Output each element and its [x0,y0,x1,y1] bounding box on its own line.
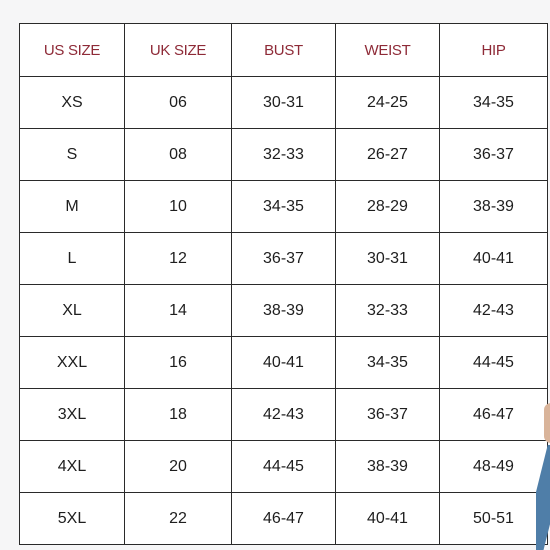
cell-bust: 44-45 [231,440,336,493]
cell-us-size: XXL [19,336,125,389]
table-row: 4XL 20 44-45 38-39 48-49 [19,440,548,493]
cell-us-size: M [19,180,125,233]
cell-hip: 46-47 [439,388,548,441]
table-row: S 08 32-33 26-27 36-37 [19,128,548,181]
cell-bust: 46-47 [231,492,336,545]
cell-weist: 26-27 [335,128,440,181]
cell-bust: 34-35 [231,180,336,233]
table-row: XL 14 38-39 32-33 42-43 [19,284,548,337]
header-hip: HIP [439,23,548,77]
cell-uk-size: 06 [124,76,232,129]
cell-bust: 30-31 [231,76,336,129]
cell-bust: 38-39 [231,284,336,337]
cell-us-size: 5XL [19,492,125,545]
cell-bust: 40-41 [231,336,336,389]
cell-weist: 38-39 [335,440,440,493]
table-row: 3XL 18 42-43 36-37 46-47 [19,388,548,441]
cell-hip: 40-41 [439,232,548,285]
cell-bust: 42-43 [231,388,336,441]
cell-us-size: 4XL [19,440,125,493]
header-uk-size: UK SIZE [124,23,232,77]
table-row: M 10 34-35 28-29 38-39 [19,180,548,233]
cell-uk-size: 20 [124,440,232,493]
header-us-size: US SIZE [19,23,125,77]
cell-uk-size: 12 [124,232,232,285]
cell-weist: 40-41 [335,492,440,545]
cell-us-size: XL [19,284,125,337]
model-arm [544,403,550,443]
cell-hip: 50-51 [439,492,548,545]
cell-hip: 34-35 [439,76,548,129]
cell-bust: 32-33 [231,128,336,181]
cell-uk-size: 18 [124,388,232,441]
cell-weist: 24-25 [335,76,440,129]
cell-uk-size: 08 [124,128,232,181]
cell-uk-size: 10 [124,180,232,233]
cell-weist: 34-35 [335,336,440,389]
cell-weist: 36-37 [335,388,440,441]
table-row: XS 06 30-31 24-25 34-35 [19,76,548,129]
cell-weist: 32-33 [335,284,440,337]
cell-hip: 42-43 [439,284,548,337]
cell-uk-size: 22 [124,492,232,545]
header-weist: WEIST [335,23,440,77]
model-photo-edge [536,395,550,550]
cell-us-size: XS [19,76,125,129]
size-chart-table: US SIZE UK SIZE BUST WEIST HIP XS 06 30-… [19,23,548,545]
header-row: US SIZE UK SIZE BUST WEIST HIP [19,23,548,77]
model-dress [536,445,550,550]
cell-hip: 48-49 [439,440,548,493]
cell-uk-size: 14 [124,284,232,337]
cell-uk-size: 16 [124,336,232,389]
cell-hip: 36-37 [439,128,548,181]
cell-us-size: L [19,232,125,285]
cell-bust: 36-37 [231,232,336,285]
table-row: L 12 36-37 30-31 40-41 [19,232,548,285]
cell-weist: 28-29 [335,180,440,233]
cell-us-size: 3XL [19,388,125,441]
table-row: 5XL 22 46-47 40-41 50-51 [19,492,548,545]
header-bust: BUST [231,23,336,77]
table-row: XXL 16 40-41 34-35 44-45 [19,336,548,389]
cell-weist: 30-31 [335,232,440,285]
cell-hip: 44-45 [439,336,548,389]
cell-hip: 38-39 [439,180,548,233]
cell-us-size: S [19,128,125,181]
